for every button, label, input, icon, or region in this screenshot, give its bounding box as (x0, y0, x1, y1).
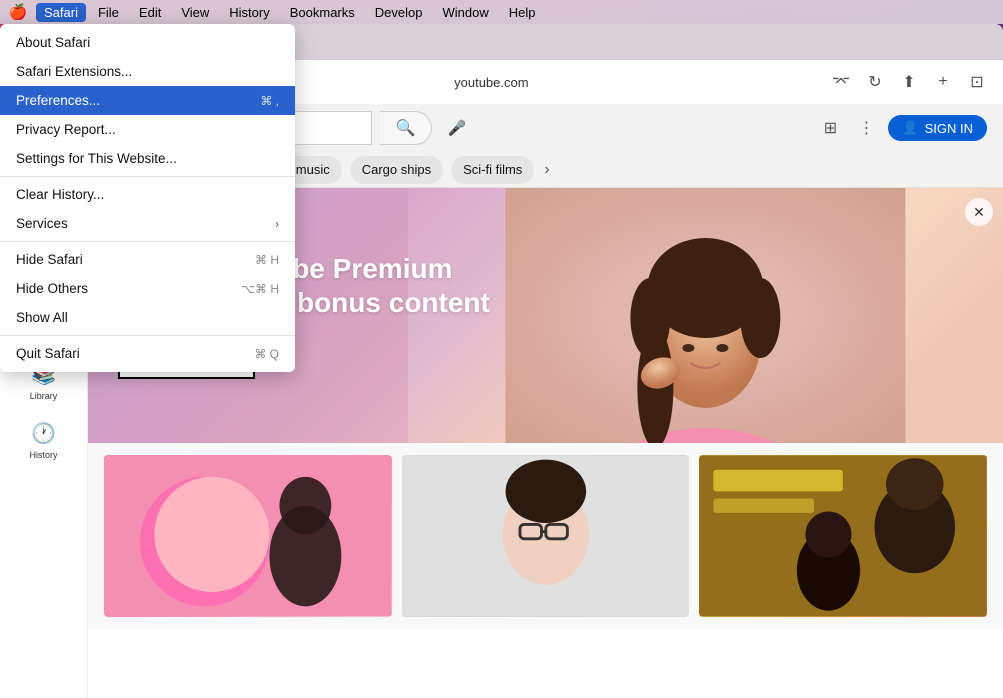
hide-safari-label: Hide Safari (16, 252, 83, 267)
menu-item-settings-website[interactable]: Settings for This Website... (0, 144, 295, 173)
menu-item-hide-safari[interactable]: Hide Safari ⌘ H (0, 245, 295, 274)
sidebar-item-history[interactable]: 🕐 History (0, 411, 87, 470)
safari-extensions-label: Safari Extensions... (16, 64, 132, 79)
menubar-item-edit[interactable]: Edit (131, 3, 169, 22)
menubar-item-help[interactable]: Help (501, 3, 544, 22)
sign-in-avatar-icon: 👤 (902, 120, 918, 136)
about-safari-label: About Safari (16, 35, 90, 50)
chip-sci-fi-films[interactable]: Sci-fi films (451, 156, 534, 184)
mic-button[interactable]: 🎤 (440, 111, 474, 145)
menu-item-hide-others[interactable]: Hide Others ⌥⌘ H (0, 274, 295, 303)
thumbnail-1[interactable] (104, 455, 392, 617)
menu-item-show-all[interactable]: Show All (0, 303, 295, 332)
toolbar-icons: ⌤ ↻ ⬆ + ⊡ (827, 68, 991, 96)
reload-icon[interactable]: ↻ (861, 68, 889, 96)
menu-item-services[interactable]: Services › (0, 209, 295, 238)
grid-icon[interactable]: ⊞ (816, 114, 844, 142)
menubar-item-bookmarks[interactable]: Bookmarks (282, 3, 363, 22)
menubar-item-safari[interactable]: Safari (36, 3, 86, 22)
sidebar-library-label: Library (30, 391, 58, 401)
privacy-report-label: Privacy Report... (16, 122, 116, 137)
preferences-shortcut: ⌘ , (260, 94, 279, 108)
apple-menu-icon[interactable]: 🍎 (8, 3, 28, 21)
share-icon[interactable]: ⬆ (895, 68, 923, 96)
sidebar-history-wrap: 🕐 History (0, 411, 87, 470)
sign-in-label: SIGN IN (925, 121, 973, 136)
close-banner-button[interactable]: ✕ (965, 198, 993, 226)
chips-more-icon[interactable]: › (544, 161, 549, 179)
thumbnail-1-image (104, 455, 392, 617)
quit-safari-shortcut: ⌘ Q (254, 347, 279, 361)
translate-icon[interactable]: ⌤ (827, 68, 855, 96)
dropdown-menu-container: About Safari Safari Extensions... Prefer… (0, 24, 295, 372)
safari-dropdown-menu: About Safari Safari Extensions... Prefer… (0, 24, 295, 372)
services-arrow-icon: › (275, 217, 279, 231)
menu-item-privacy-report[interactable]: Privacy Report... (0, 115, 295, 144)
menubar-item-file[interactable]: File (90, 3, 127, 22)
menubar-item-window[interactable]: Window (434, 3, 496, 22)
preferences-label: Preferences... (16, 93, 100, 108)
sidebar-history-label: History (29, 450, 57, 460)
menu-separator-2 (0, 241, 295, 242)
hide-safari-shortcut: ⌘ H (255, 253, 279, 267)
sign-in-button[interactable]: 👤 SIGN IN (888, 115, 987, 141)
menu-item-about-safari[interactable]: About Safari (0, 28, 295, 57)
thumbnail-3[interactable] (699, 455, 987, 617)
menu-item-preferences[interactable]: Preferences... ⌘ , (0, 86, 295, 115)
hide-others-shortcut: ⌥⌘ H (241, 282, 279, 296)
chip-cargo-ships[interactable]: Cargo ships (350, 156, 443, 184)
menu-item-safari-extensions[interactable]: Safari Extensions... (0, 57, 295, 86)
thumbnail-2[interactable] (402, 455, 690, 617)
menubar-item-view[interactable]: View (173, 3, 217, 22)
show-all-label: Show All (16, 310, 68, 325)
menubar: 🍎 Safari File Edit View History Bookmark… (0, 0, 1003, 24)
services-label: Services (16, 216, 68, 231)
tab-overview-icon[interactable]: ⊡ (963, 68, 991, 96)
new-tab-icon[interactable]: + (929, 68, 957, 96)
hide-others-label: Hide Others (16, 281, 88, 296)
thumbnail-3-image (699, 455, 987, 617)
menu-separator-1 (0, 176, 295, 177)
quit-safari-label: Quit Safari (16, 346, 80, 361)
settings-website-label: Settings for This Website... (16, 151, 177, 166)
history-icon: 🕐 (31, 421, 56, 446)
menubar-item-develop[interactable]: Develop (367, 3, 431, 22)
clear-history-label: Clear History... (16, 187, 104, 202)
menubar-item-history[interactable]: History (221, 3, 277, 22)
mic-icon: 🎤 (448, 119, 467, 137)
menu-separator-3 (0, 335, 295, 336)
search-icon: 🔍 (396, 118, 416, 138)
menu-item-clear-history[interactable]: Clear History... (0, 180, 295, 209)
thumbnails-row (88, 443, 1003, 629)
menu-item-quit-safari[interactable]: Quit Safari ⌘ Q (0, 339, 295, 368)
more-options-icon[interactable]: ⋮ (852, 114, 880, 142)
search-button[interactable]: 🔍 (380, 111, 432, 145)
thumbnail-2-image (402, 455, 690, 617)
